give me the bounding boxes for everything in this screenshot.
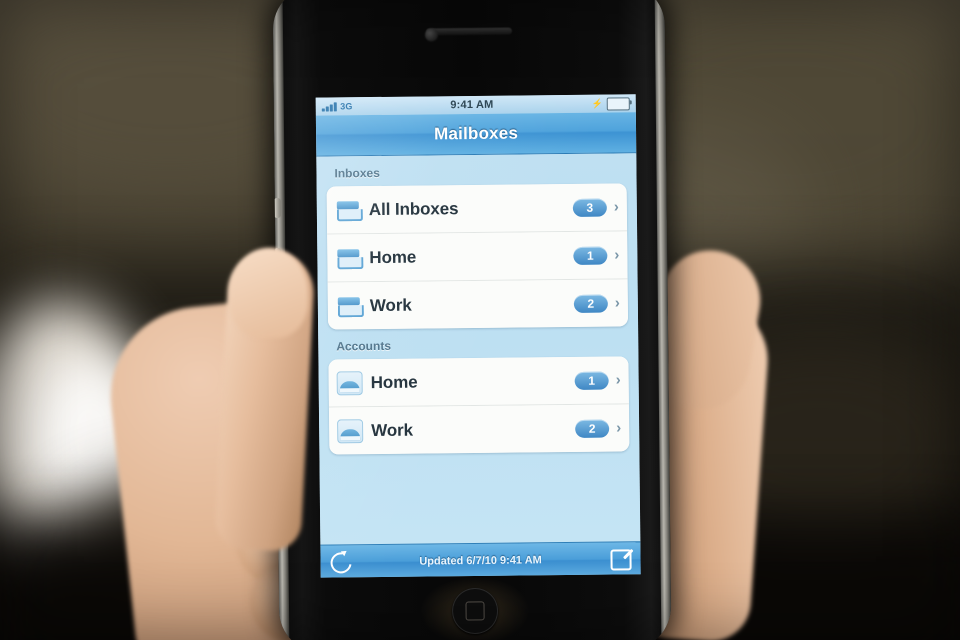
home-button[interactable] xyxy=(451,587,499,635)
list-item-label: Home xyxy=(370,372,418,392)
network-type-label: 3G xyxy=(340,101,353,112)
list-item-label: Home xyxy=(369,247,417,267)
signal-bars-icon xyxy=(321,101,337,112)
front-camera-icon xyxy=(424,28,439,42)
refresh-icon xyxy=(325,547,356,578)
inbox-tray-icon xyxy=(335,246,361,270)
battery-icon xyxy=(606,96,630,111)
section-header-accounts: Accounts xyxy=(336,338,392,354)
unread-badge: 2 xyxy=(575,419,610,438)
list-item-label: All Inboxes xyxy=(368,198,459,219)
page-title: Mailboxes xyxy=(433,123,519,144)
navigation-bar: Mailboxes xyxy=(315,112,637,157)
hand-thumb-tip xyxy=(230,248,308,338)
lightning-bolt-icon: ⚡ xyxy=(591,98,603,109)
chevron-right-icon: › xyxy=(614,294,620,312)
status-bar-right: ⚡ xyxy=(591,96,630,111)
list-item[interactable]: Work 2 › xyxy=(328,404,630,455)
section-header-inboxes: Inboxes xyxy=(334,165,380,181)
status-bar-clock: 9:41 AM xyxy=(450,98,494,112)
mute-switch[interactable] xyxy=(273,197,281,219)
inbox-tray-icon xyxy=(336,294,362,318)
chevron-right-icon: › xyxy=(615,371,621,389)
home-square-icon xyxy=(465,601,485,621)
updated-status-label: Updated 6/7/10 9:41 AM xyxy=(419,554,542,568)
unread-badge: 2 xyxy=(573,294,608,313)
mailbox-list[interactable]: Inboxes All Inboxes 3 › Home 1 › Work 2 … xyxy=(316,153,641,545)
list-item[interactable]: Home 1 › xyxy=(327,231,628,283)
list-item-label: Work xyxy=(369,295,412,315)
chevron-right-icon: › xyxy=(614,246,620,264)
list-item[interactable]: Home 1 › xyxy=(328,356,629,408)
mailbox-account-icon xyxy=(337,418,364,443)
unread-badge: 1 xyxy=(573,246,608,265)
inboxes-group: All Inboxes 3 › Home 1 › Work 2 › xyxy=(326,183,629,330)
compose-icon xyxy=(609,548,632,571)
list-item-label: Work xyxy=(371,420,414,440)
inbox-tray-icon xyxy=(335,198,361,222)
list-item[interactable]: Work 2 › xyxy=(327,279,629,330)
chevron-right-icon: › xyxy=(613,198,619,216)
phone-screen: 3G 9:41 AM ⚡ Mailboxes Inboxes All Inbox… xyxy=(315,94,641,578)
iphone-device: 3G 9:41 AM ⚡ Mailboxes Inboxes All Inbox… xyxy=(272,0,672,640)
unread-badge: 3 xyxy=(572,198,607,217)
compose-button[interactable] xyxy=(608,547,632,571)
photo-scene: 3G 9:41 AM ⚡ Mailboxes Inboxes All Inbox… xyxy=(0,0,960,640)
mailbox-account-icon xyxy=(336,370,363,395)
bottom-toolbar: Updated 6/7/10 9:41 AM xyxy=(320,541,641,578)
accounts-group: Home 1 › Work 2 › xyxy=(328,356,630,455)
earpiece-speaker-icon xyxy=(425,27,513,36)
status-bar-left: 3G xyxy=(321,101,353,112)
list-item[interactable]: All Inboxes 3 › xyxy=(326,183,628,235)
chevron-right-icon: › xyxy=(616,419,622,437)
refresh-button[interactable] xyxy=(325,547,356,578)
unread-badge: 1 xyxy=(574,371,609,390)
